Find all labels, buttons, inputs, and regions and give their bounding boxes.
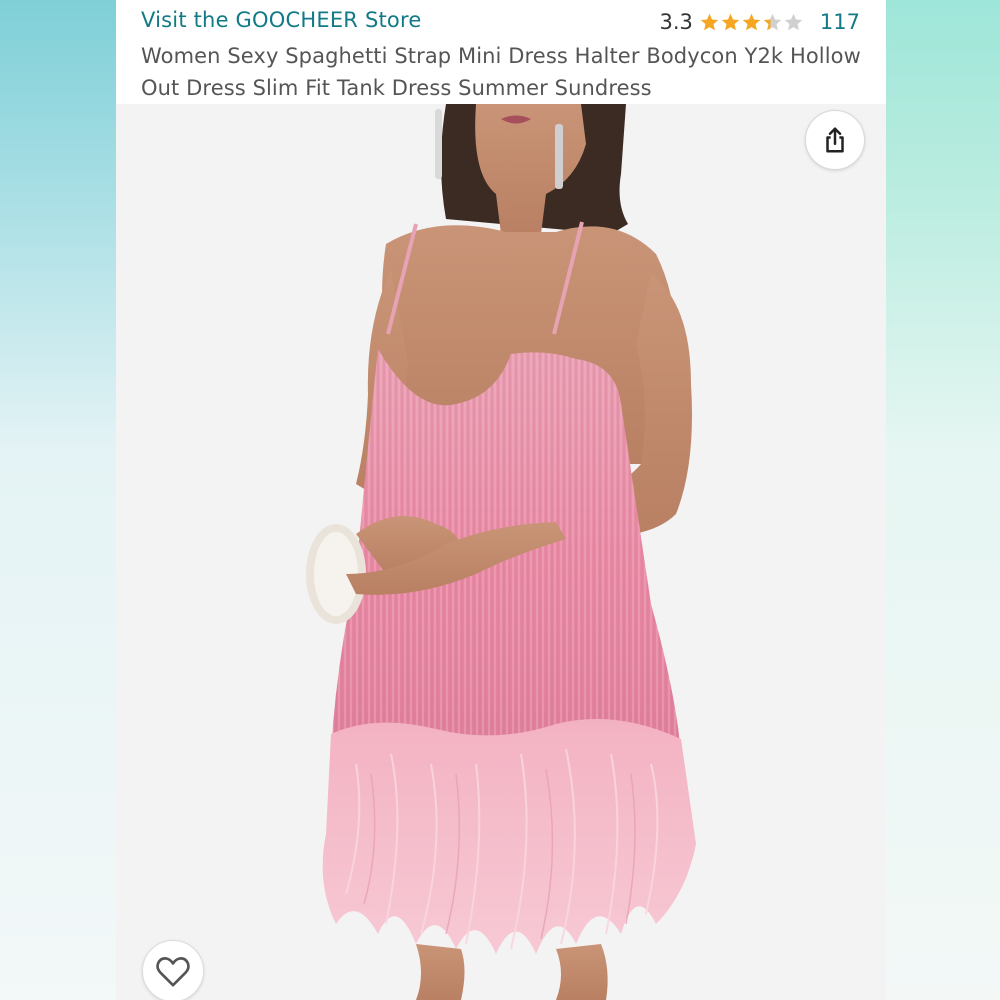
star-empty-icon — [784, 13, 803, 30]
favorite-button[interactable] — [142, 940, 204, 1000]
heart-icon — [156, 957, 190, 987]
star-icon — [700, 13, 719, 30]
background-right — [886, 0, 1000, 1000]
share-button[interactable] — [805, 110, 865, 170]
product-card: Visit the GOOCHEER Store 3.3 117 Women S… — [116, 0, 886, 1000]
rating-summary[interactable]: 3.3 117 — [660, 8, 861, 36]
star-icon — [721, 13, 740, 30]
rating-count[interactable]: 117 — [820, 10, 860, 34]
product-title: Women Sexy Spaghetti Strap Mini Dress Ha… — [141, 44, 861, 100]
star-rating — [699, 12, 804, 33]
star-icon — [742, 13, 761, 30]
product-image[interactable] — [116, 104, 886, 1000]
share-icon — [826, 127, 844, 153]
background-left — [0, 0, 116, 1000]
star-half-icon — [763, 13, 782, 30]
rating-value: 3.3 — [659, 10, 693, 34]
store-link[interactable]: Visit the GOOCHEER Store — [141, 8, 421, 32]
product-photo — [306, 104, 696, 1000]
product-header: Visit the GOOCHEER Store 3.3 117 Women S… — [116, 0, 886, 104]
